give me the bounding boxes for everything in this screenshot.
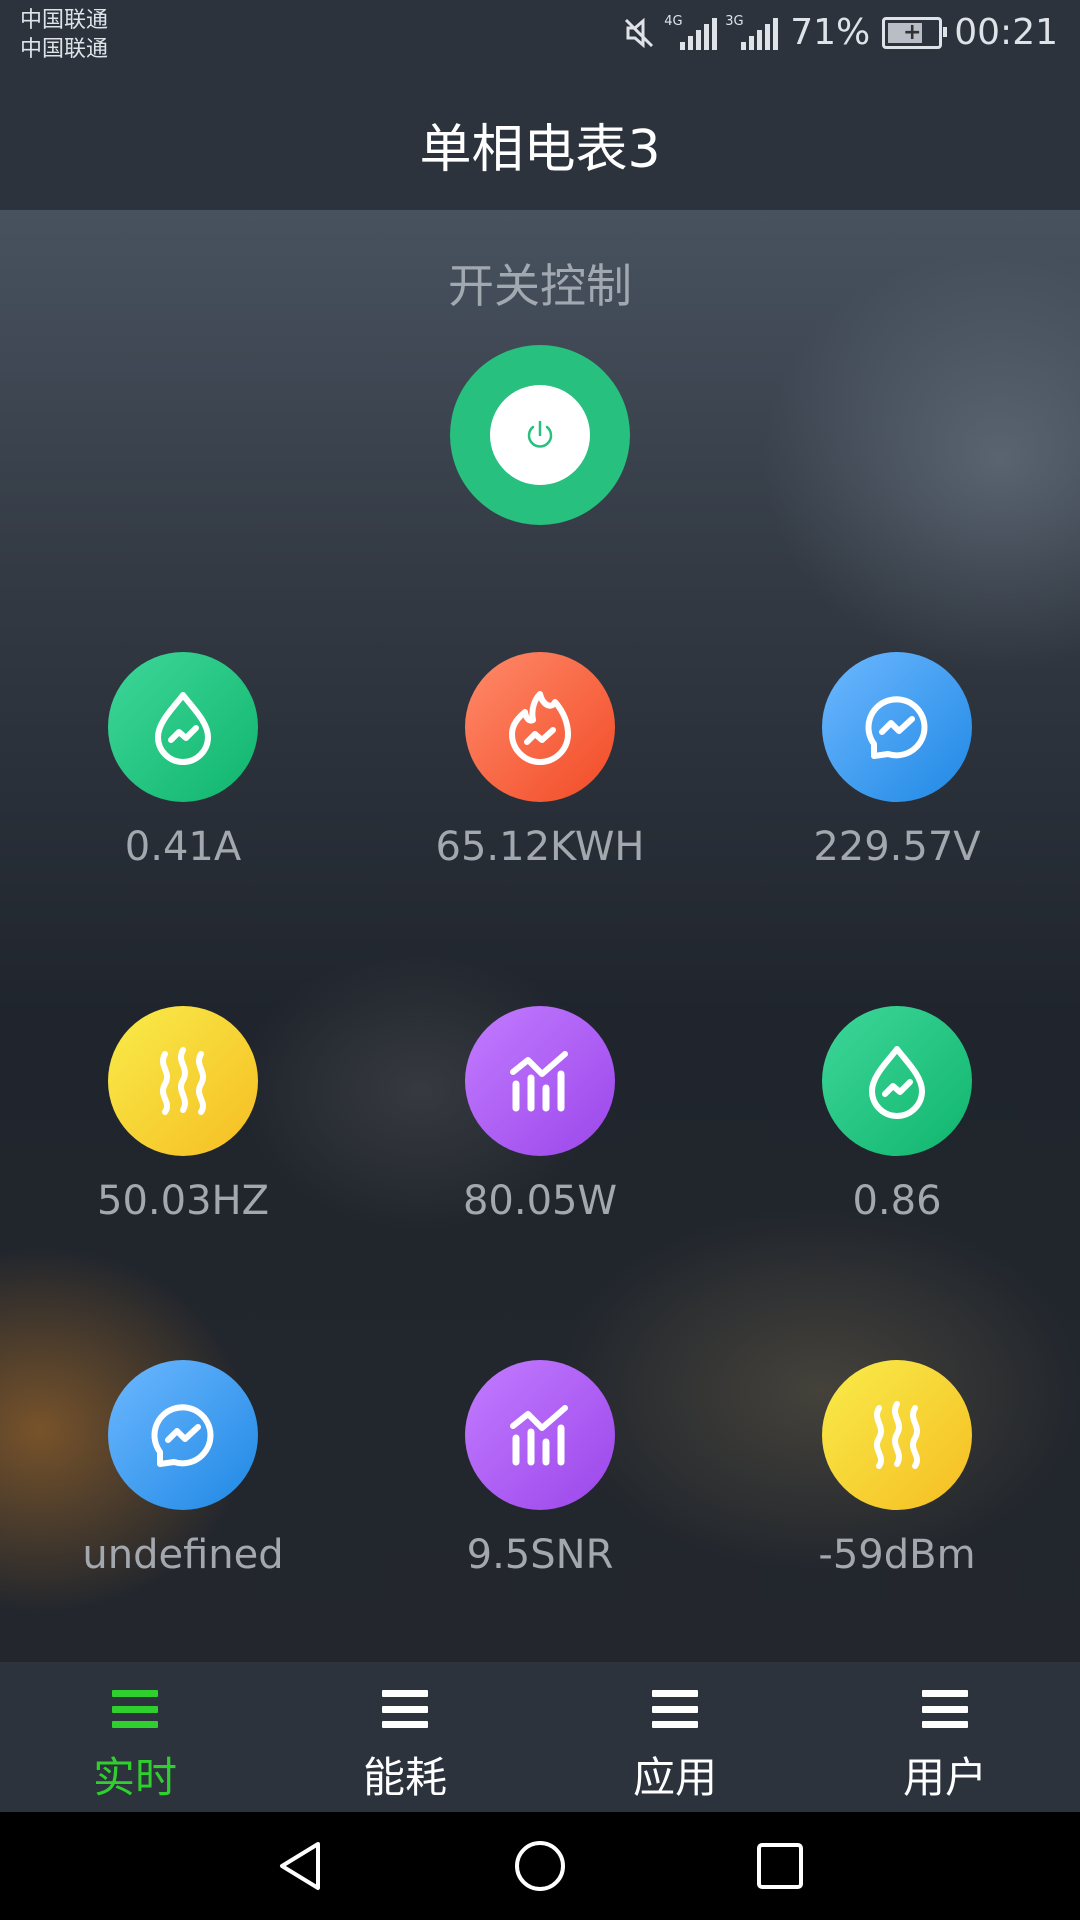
system-nav-bar [0,1812,1080,1920]
tab-label: 能耗 [362,1753,447,1802]
clock: 00:21 [954,12,1058,53]
metric-value: undefined [82,1532,284,1578]
metric-value: 0.41A [124,824,242,870]
carrier-1: 中国联通 [20,8,109,33]
tab-label: 实时 [92,1753,177,1802]
menu-icon [112,1690,158,1728]
menu-icon [922,1690,968,1728]
metric-value: 80.05W [462,1178,618,1224]
battery-charging-icon: + [882,16,948,49]
battery-percent: 71% [790,12,871,53]
power-factor-metric[interactable]: 0.86 [717,1006,1077,1224]
power-switch-button[interactable] [450,345,630,525]
tab-label: 用户 [902,1753,987,1802]
status-icons: 4G 3G 71% + 00:21 [622,12,1058,53]
undefined-metric[interactable]: undefined [3,1360,363,1578]
frequency-metric[interactable]: 50.03HZ [3,1006,363,1224]
drop-trend-icon [108,652,258,802]
drop-trend-icon [822,1006,972,1156]
tab-user[interactable]: 用户 [810,1662,1080,1812]
circle-trend-icon [108,1360,258,1510]
signal-icon: 3G [725,14,779,50]
switch-control-title: 开关控制 [448,259,632,313]
tab-energy[interactable]: 能耗 [270,1662,540,1812]
signal-1-tag: 4G [664,13,683,29]
voltage-metric[interactable]: 229.57V [717,652,1077,870]
main-content: 开关控制 0.41A 65.12KWH 229.57V 50.03HZ 80.0… [0,210,1080,1662]
metric-value: 50.03HZ [97,1178,269,1224]
metric-value: 229.57V [813,824,981,870]
bottom-tab-bar: 实时 能耗 应用 用户 [0,1662,1080,1812]
back-icon[interactable] [270,1836,330,1896]
circle-trend-icon [822,652,972,802]
metric-value: 65.12KWH [435,824,645,870]
carrier-2: 中国联通 [20,37,109,62]
energy-metric[interactable]: 65.12KWH [360,652,720,870]
menu-icon [382,1690,428,1728]
metric-value: 9.5SNR [466,1532,614,1578]
metric-value: -59dBm [818,1532,976,1578]
bar-chart-icon [465,1360,615,1510]
signal-icon: 4G [664,14,718,50]
carrier-info: 中国联通 中国联通 [20,6,108,64]
metric-value: 0.86 [852,1178,942,1224]
tab-label: 应用 [632,1753,717,1802]
tab-apps[interactable]: 应用 [540,1662,810,1812]
mute-icon [625,17,654,48]
heat-waves-icon [108,1006,258,1156]
current-metric[interactable]: 0.41A [3,652,363,870]
bar-chart-icon [465,1006,615,1156]
power-icon [527,420,553,448]
menu-icon [652,1690,698,1728]
power-metric[interactable]: 80.05W [360,1006,720,1224]
recent-apps-icon[interactable] [750,1836,810,1896]
home-icon[interactable] [510,1836,570,1896]
rssi-metric[interactable]: -59dBm [717,1360,1077,1578]
page-title: 单相电表3 [419,119,661,180]
title-bar: 单相电表3 [0,78,1080,210]
tab-realtime[interactable]: 实时 [0,1662,270,1812]
signal-2-tag: 3G [725,13,744,29]
snr-metric[interactable]: 9.5SNR [360,1360,720,1578]
flame-trend-icon [465,652,615,802]
status-bar: 中国联通 中国联通 4G 3G 71% + 00:21 [0,0,1080,78]
heat-waves-icon [822,1360,972,1510]
